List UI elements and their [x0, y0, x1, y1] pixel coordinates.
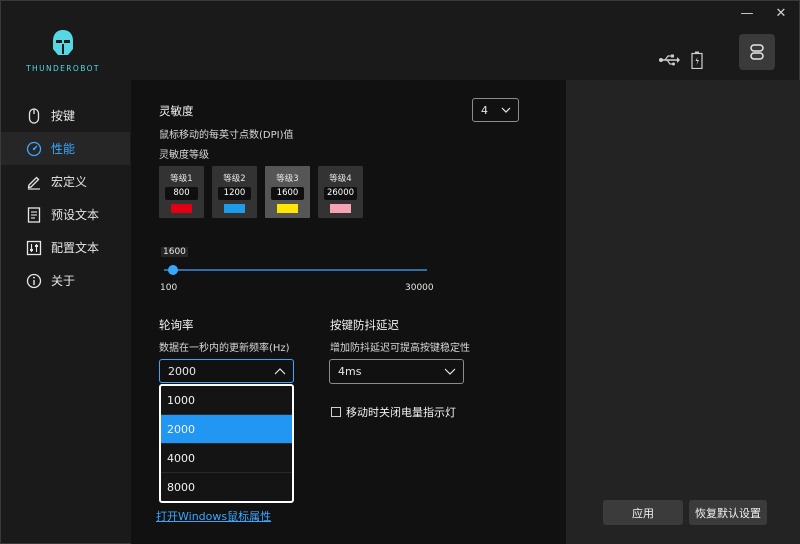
battery-icon [691, 51, 703, 69]
chevron-down-icon [444, 368, 456, 375]
dpi-level-value: 1200 [218, 187, 251, 200]
device-profile-button[interactable] [739, 34, 775, 70]
dpi-level-1[interactable]: 等级1 800 [159, 166, 204, 218]
sidebar-item-label: 预设文本 [51, 208, 100, 222]
sidebar: 按键 性能 宏定义 预设文本 配置文本 关于 [1, 99, 130, 297]
device-profile-icon [750, 44, 764, 60]
dpi-level-name: 等级2 [223, 174, 246, 184]
dpi-level-name: 等级4 [329, 174, 352, 184]
logo-text: THUNDEROBOT [26, 64, 100, 73]
dpi-level-value: 1600 [271, 187, 304, 200]
usb-icon [659, 54, 680, 66]
dpi-level-value: 26000 [324, 187, 357, 200]
sidebar-item-label: 配置文本 [51, 241, 100, 255]
polling-option[interactable]: 1000 [161, 386, 292, 415]
dpi-level-color [171, 204, 192, 213]
debounce-title: 按键防抖延迟 [330, 318, 399, 332]
dpi-level-color [277, 204, 298, 213]
power-led-checkbox[interactable] [331, 407, 341, 417]
dpi-level-name: 等级1 [170, 174, 193, 184]
pencil-icon [25, 173, 43, 191]
speedometer-icon [25, 140, 43, 158]
dpi-level-value: 800 [165, 187, 198, 200]
polling-rate-dropdown: 1000 2000 4000 8000 [159, 384, 294, 503]
polling-rate-value: 2000 [168, 364, 196, 378]
sensitivity-title: 灵敏度 [159, 104, 194, 118]
level-count-select[interactable]: 4 [472, 98, 519, 122]
sidebar-item-config-text[interactable]: 配置文本 [1, 231, 130, 264]
debounce-select[interactable]: 4ms [329, 359, 464, 384]
info-icon [25, 272, 43, 290]
dpi-level-4[interactable]: 等级4 26000 [318, 166, 363, 218]
minimize-button[interactable]: — [738, 5, 756, 23]
polling-description: 数据在一秒内的更新频率(Hz) [159, 343, 290, 354]
polling-option[interactable]: 8000 [161, 473, 292, 501]
sidebar-item-about[interactable]: 关于 [1, 264, 130, 297]
sensitivity-levels-title: 灵敏度等级 [159, 150, 209, 161]
apply-button[interactable]: 应用 [603, 500, 683, 525]
sidebar-item-label: 关于 [51, 274, 76, 288]
chevron-down-icon [501, 107, 511, 113]
dpi-level-2[interactable]: 等级2 1200 [212, 166, 257, 218]
sidebar-item-preset-text[interactable]: 预设文本 [1, 198, 130, 231]
document-icon [25, 206, 43, 224]
dpi-slider-min: 100 [160, 283, 178, 293]
sidebar-item-label: 宏定义 [51, 175, 88, 189]
brand-logo: THUNDEROBOT [21, 29, 105, 73]
dpi-level-color [330, 204, 351, 213]
dpi-level-3[interactable]: 等级3 1600 [265, 166, 310, 218]
debounce-value: 4ms [338, 365, 362, 378]
close-button[interactable]: ✕ [772, 5, 790, 23]
polling-title: 轮询率 [159, 318, 194, 332]
dpi-slider-handle[interactable] [168, 265, 178, 275]
sidebar-item-macro[interactable]: 宏定义 [1, 165, 130, 198]
dpi-slider-max: 30000 [405, 283, 434, 293]
chevron-up-icon [274, 368, 286, 375]
sensitivity-description: 鼠标移动的每英寸点数(DPI)值 [159, 130, 294, 141]
polling-option[interactable]: 4000 [161, 444, 292, 473]
sidebar-item-label: 按键 [51, 109, 76, 123]
app-window: — ✕ THUNDEROBOT 按键 性能 宏定义 预设文本 配置文本 关于 灵… [0, 0, 800, 544]
sidebar-item-label: 性能 [51, 142, 76, 156]
power-led-label: 移动时关闭电量指示灯 [346, 406, 456, 419]
thunderobot-logo-icon [53, 30, 73, 55]
sidebar-item-buttons[interactable]: 按键 [1, 99, 130, 132]
dpi-level-name: 等级3 [276, 174, 299, 184]
sliders-icon [25, 239, 43, 257]
polling-option[interactable]: 2000 [161, 415, 292, 444]
device-preview-panel [566, 80, 800, 544]
mouse-icon [25, 107, 43, 125]
polling-rate-select[interactable]: 2000 [159, 359, 294, 383]
windows-mouse-properties-link[interactable]: 打开Windows鼠标属性 [156, 508, 271, 524]
dpi-slider-track[interactable] [164, 269, 427, 271]
level-count-value: 4 [481, 103, 488, 117]
sidebar-item-performance[interactable]: 性能 [1, 132, 130, 165]
dpi-level-color [224, 204, 245, 213]
dpi-slider-value: 1600 [161, 247, 188, 257]
debounce-description: 增加防抖延迟可提高按键稳定性 [330, 343, 470, 354]
reset-defaults-button[interactable]: 恢复默认设置 [689, 500, 767, 525]
